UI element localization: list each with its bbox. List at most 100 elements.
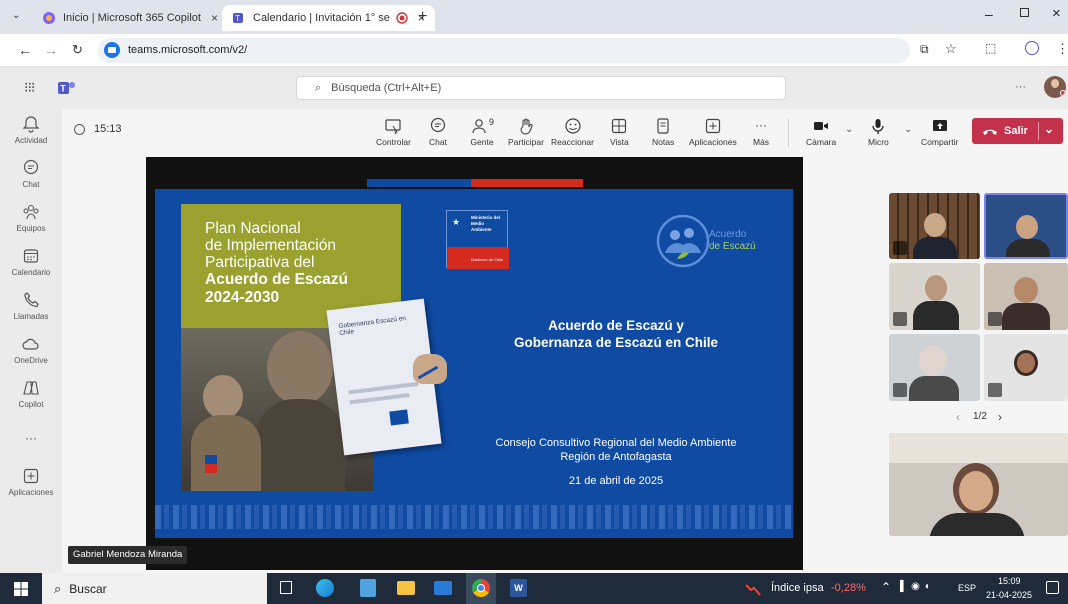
clock-time[interactable]: 15:09: [998, 576, 1021, 586]
ministry-line: Ministerio del: [471, 215, 501, 220]
header-more-button[interactable]: ···: [1015, 81, 1026, 93]
close-window-button[interactable]: ×: [1052, 5, 1061, 22]
rail-item-onedrive[interactable]: OneDrive: [0, 335, 62, 365]
chevron-down-icon[interactable]: ⌄: [1044, 122, 1054, 136]
store-icon[interactable]: [360, 579, 376, 597]
profile-icon[interactable]: [1025, 41, 1039, 55]
cover-title-bold: Acuerdo de Escazú: [205, 271, 348, 288]
mail-icon[interactable]: [434, 581, 452, 595]
windows-start-icon[interactable]: [14, 582, 28, 596]
participant-tile[interactable]: [984, 334, 1068, 401]
task-view-icon[interactable]: [280, 581, 292, 594]
tab-copilot[interactable]: Inicio | Microsoft 365 Copilot ×: [32, 5, 228, 31]
view-button[interactable]: Vista: [610, 117, 629, 147]
participant-tile[interactable]: [889, 193, 980, 259]
raise-hand-button[interactable]: Participar: [508, 117, 544, 147]
page-indicator: 1/2: [973, 411, 987, 422]
rail-item-calendario[interactable]: Calendario: [0, 247, 62, 277]
rail-label: Actividad: [14, 136, 48, 145]
url-field[interactable]: teams.microsoft.com/v2/: [98, 38, 910, 63]
more-button[interactable]: ··· Más: [753, 117, 769, 147]
stock-change: -0,28%: [831, 582, 866, 594]
mic-options-chevron[interactable]: ⌄: [904, 124, 912, 135]
camera-button[interactable]: Cámara: [806, 117, 836, 147]
escazu-logo: Acuerdo de Escazú: [655, 213, 775, 273]
reload-button[interactable]: ↻: [72, 42, 83, 58]
url-text: teams.microsoft.com/v2/: [128, 44, 248, 56]
participant-tile[interactable]: [889, 263, 980, 330]
leave-options-divider: [1038, 122, 1039, 140]
site-info-icon[interactable]: [103, 41, 121, 59]
mic-button[interactable]: Micro: [868, 117, 889, 147]
tab-calendar[interactable]: T Calendario | Invitación 1° se ×: [222, 5, 435, 31]
restore-button[interactable]: [1020, 8, 1029, 17]
cover-title-line: de Implementación: [205, 237, 336, 254]
search-icon: ⌕: [54, 580, 62, 596]
rail-item-chat[interactable]: Chat: [0, 159, 62, 189]
share-button[interactable]: Compartir: [921, 117, 958, 147]
self-view-tile[interactable]: [889, 433, 1068, 536]
chat-button[interactable]: Chat: [429, 117, 447, 147]
minimize-button[interactable]: –: [985, 6, 993, 22]
new-tab-button[interactable]: +: [418, 8, 427, 26]
participant-tile[interactable]: [889, 334, 980, 401]
search-icon: ⌕: [315, 81, 322, 94]
tab-close-button[interactable]: ×: [211, 11, 218, 25]
back-button[interactable]: ←: [18, 42, 32, 58]
rail-label: Equipos: [16, 224, 46, 233]
notification-icon[interactable]: [1046, 581, 1059, 594]
escazu-logo-line: Acuerdo: [709, 229, 747, 240]
tab-title: Inicio | Microsoft 365 Copilot: [63, 12, 201, 24]
browser-menu-icon[interactable]: ⋮: [1056, 41, 1068, 57]
camera-icon: [814, 122, 829, 130]
prev-page-button[interactable]: ‹: [956, 410, 960, 424]
camera-options-chevron[interactable]: ⌄: [845, 124, 853, 135]
people-button[interactable]: 9 Gente: [470, 117, 494, 147]
language-indicator[interactable]: ESP: [958, 583, 976, 593]
extensions-icon[interactable]: ⧉: [920, 42, 929, 57]
word-icon[interactable]: W: [510, 579, 527, 597]
teams-icon: T: [233, 13, 243, 23]
edge-icon[interactable]: [316, 579, 334, 597]
react-button[interactable]: Reaccionar: [551, 117, 594, 147]
forward-button[interactable]: →: [44, 42, 58, 58]
chat-icon: [430, 117, 446, 133]
clock-date[interactable]: 21-04-2025: [986, 590, 1032, 600]
puzzle-icon[interactable]: ⬚: [985, 41, 996, 55]
chrome-icon[interactable]: [466, 573, 496, 604]
teams-icon: [23, 205, 39, 220]
mic-off-icon: [988, 312, 1002, 326]
rail-item-llamadas[interactable]: Llamadas: [0, 291, 62, 321]
app-launcher-icon[interactable]: ⁝⁝⁝: [24, 79, 35, 96]
mic-off-icon: [893, 383, 907, 397]
subtitle-line: Consejo Consultivo Regional del Medio Am…: [495, 437, 737, 449]
rail-label: Llamadas: [13, 312, 49, 321]
main-title-line: Gobernanza de Escazú en Chile: [513, 335, 719, 350]
tray-icons[interactable]: ▌◉◖: [900, 581, 934, 592]
rail-item-equipos[interactable]: Equipos: [0, 203, 62, 233]
copilot-icon: [43, 12, 55, 24]
next-page-button[interactable]: ›: [998, 410, 1002, 424]
rail-item-more[interactable]: ···: [0, 431, 62, 445]
ministry-line: Ambiente: [471, 227, 492, 232]
controlar-button[interactable]: Controlar: [376, 117, 411, 147]
decorative-pattern: [155, 505, 793, 529]
rail-item-aplicaciones[interactable]: Aplicaciones: [0, 467, 62, 497]
tab-search-dropdown[interactable]: ⌄: [12, 10, 20, 21]
search-input[interactable]: ⌕ Búsqueda (Ctrl+Alt+E): [296, 76, 786, 100]
copilot-icon: [23, 381, 39, 395]
rail-item-actividad[interactable]: Actividad: [0, 115, 62, 145]
participant-tile[interactable]: [984, 263, 1068, 330]
apps-button[interactable]: Aplicaciones: [689, 117, 737, 147]
bookmark-star-icon[interactable]: ☆: [945, 41, 957, 57]
notes-button[interactable]: Notas: [652, 117, 674, 147]
rail-item-copilot[interactable]: Copilot: [0, 379, 62, 409]
user-avatar[interactable]: [1044, 76, 1066, 98]
shield-icon: [74, 124, 85, 135]
slide-subtitle: Consejo Consultivo Regional del Medio Am…: [451, 436, 781, 464]
taskbar-search[interactable]: ⌕ Buscar: [42, 573, 267, 604]
file-explorer-icon[interactable]: [397, 581, 415, 595]
tray-chevron-up-icon[interactable]: ⌃: [881, 580, 891, 594]
participant-tile[interactable]: [984, 193, 1068, 259]
leave-button[interactable]: Salir ⌄: [972, 118, 1063, 144]
